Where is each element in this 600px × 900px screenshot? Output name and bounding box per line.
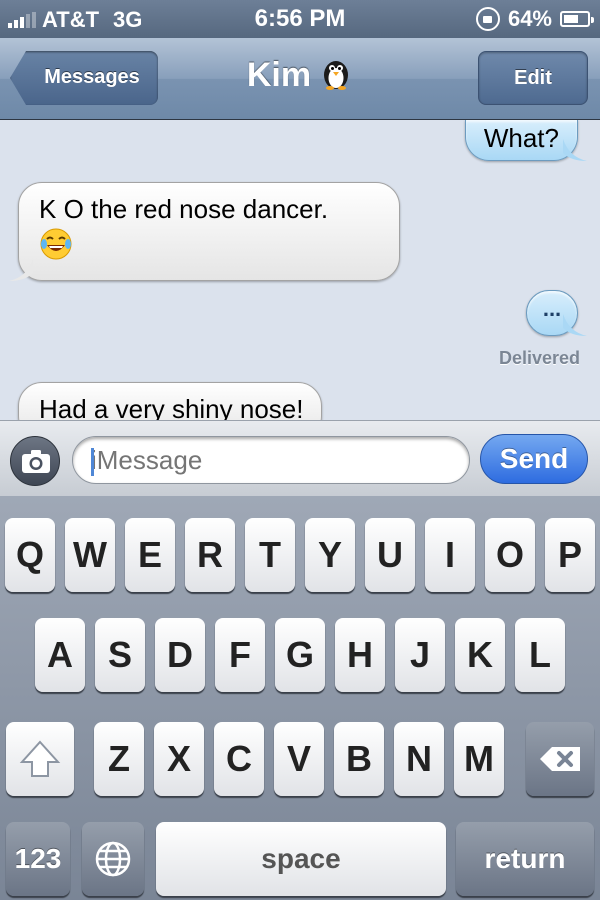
shift-icon xyxy=(19,740,61,777)
key-x[interactable]: X xyxy=(154,722,204,796)
imessage-input[interactable] xyxy=(72,436,470,484)
battery-icon xyxy=(560,11,594,27)
key-q[interactable]: Q xyxy=(5,518,55,592)
key-z[interactable]: Z xyxy=(94,722,144,796)
laughing-emoji-icon xyxy=(39,227,73,268)
key-l[interactable]: L xyxy=(515,618,565,692)
key-b[interactable]: B xyxy=(334,722,384,796)
key-o[interactable]: O xyxy=(485,518,535,592)
space-key[interactable]: space xyxy=(156,822,446,896)
typing-indicator: ... xyxy=(526,290,587,336)
battery-percent: 64% xyxy=(507,6,552,31)
key-a[interactable]: A xyxy=(35,618,85,692)
bubble-tail xyxy=(9,259,33,281)
key-i[interactable]: I xyxy=(425,518,475,592)
typing-dots: ... xyxy=(542,296,562,321)
contact-name: Kim xyxy=(246,56,312,94)
key-p[interactable]: P xyxy=(545,518,595,592)
key-v[interactable]: V xyxy=(274,722,324,796)
return-key[interactable]: return xyxy=(456,822,594,896)
key-s[interactable]: S xyxy=(95,618,145,692)
camera-icon xyxy=(22,450,50,473)
backspace-icon xyxy=(540,747,580,771)
message-text: Had a very shiny nose! xyxy=(39,394,304,420)
key-g[interactable]: G xyxy=(275,618,325,692)
key-r[interactable]: R xyxy=(185,518,235,592)
conversation-area[interactable]: What? K O the red nose dancer. ... Deliv… xyxy=(0,120,600,420)
key-e[interactable]: E xyxy=(125,518,175,592)
message-input-bar: Send xyxy=(0,420,600,496)
camera-button[interactable] xyxy=(10,436,60,486)
backspace-key[interactable] xyxy=(526,722,594,796)
text-cursor xyxy=(91,448,94,476)
numbers-key[interactable]: 123 xyxy=(6,822,70,896)
key-w[interactable]: W xyxy=(65,518,115,592)
message-text: What? xyxy=(483,123,559,153)
status-bar: AT&T 3G 6:56 PM 64% xyxy=(0,0,600,38)
key-j[interactable]: J xyxy=(395,618,445,692)
message-text: K O the red nose dancer. xyxy=(39,194,329,224)
lock-rotation-icon xyxy=(475,7,500,31)
message-outgoing: What? xyxy=(464,120,587,161)
globe-key[interactable] xyxy=(82,822,144,896)
keyboard: QWERTYUIOP ASDFGHJKL ZXCVBNM 123 space r… xyxy=(0,496,600,900)
key-f[interactable]: F xyxy=(215,618,265,692)
key-n[interactable]: N xyxy=(394,722,444,796)
key-d[interactable]: D xyxy=(155,618,205,692)
key-y[interactable]: Y xyxy=(305,518,355,592)
edit-button[interactable]: Edit xyxy=(478,51,588,105)
key-c[interactable]: C xyxy=(214,722,264,796)
key-m[interactable]: M xyxy=(454,722,504,796)
globe-icon xyxy=(95,841,131,877)
message-incoming: Had a very shiny nose! xyxy=(18,382,323,420)
key-h[interactable]: H xyxy=(335,618,385,692)
shift-key[interactable] xyxy=(6,722,74,796)
key-k[interactable]: K xyxy=(455,618,505,692)
send-button[interactable]: Send xyxy=(480,434,588,484)
bubble-tail xyxy=(563,139,587,161)
message-incoming: K O the red nose dancer. xyxy=(9,182,400,281)
nav-bar: Messages Kim Edit xyxy=(0,38,600,120)
key-u[interactable]: U xyxy=(365,518,415,592)
bubble-tail xyxy=(563,314,587,336)
key-t[interactable]: T xyxy=(245,518,295,592)
penguin-icon xyxy=(324,61,349,91)
delivered-status: Delivered xyxy=(498,348,580,368)
